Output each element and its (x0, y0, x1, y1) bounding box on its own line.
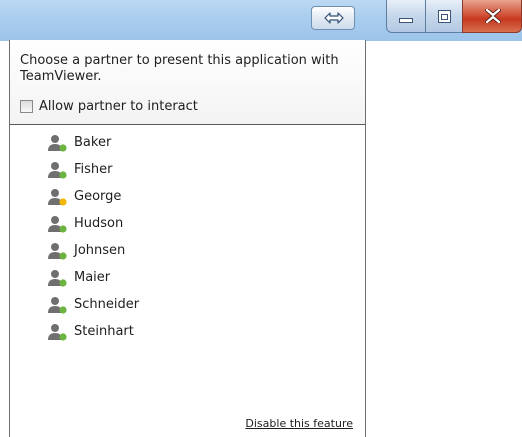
partner-item[interactable]: Hudson (10, 211, 365, 238)
partner-name: Hudson (74, 216, 124, 231)
partner-name: George (74, 189, 122, 204)
popup-header: Choose a partner to present this applica… (10, 40, 365, 125)
share-application-button[interactable] (311, 6, 355, 30)
contact-person-icon (48, 162, 67, 179)
contact-person-icon (48, 324, 67, 341)
contact-person-icon (48, 297, 67, 314)
partner-item[interactable]: Baker (10, 130, 365, 157)
contact-person-icon (48, 270, 67, 287)
contact-person-icon (48, 243, 67, 260)
close-icon (485, 9, 501, 23)
partner-item[interactable]: Steinhart (10, 319, 365, 346)
minimize-button[interactable] (386, 0, 426, 33)
maximize-button[interactable] (425, 0, 463, 33)
partner-item[interactable]: Fisher (10, 157, 365, 184)
partner-item[interactable]: Johnsen (10, 238, 365, 265)
partner-item[interactable]: Maier (10, 265, 365, 292)
partner-name: Johnsen (74, 243, 126, 258)
partner-name: Schneider (74, 297, 140, 312)
allow-interact-checkbox[interactable] (20, 100, 33, 113)
window-controls (386, 0, 522, 33)
partner-name: Steinhart (74, 324, 134, 339)
partner-name: Maier (74, 270, 111, 285)
maximize-icon (438, 10, 451, 23)
contact-person-icon (48, 135, 67, 152)
double-arrow-icon (324, 12, 344, 24)
prompt-text: Choose a partner to present this applica… (20, 53, 339, 84)
present-application-popup: Choose a partner to present this applica… (9, 40, 366, 437)
window-titlebar (0, 0, 522, 41)
partner-name: Fisher (74, 162, 113, 177)
minimize-icon (399, 18, 413, 23)
allow-interact-label[interactable]: Allow partner to interact (39, 99, 198, 115)
contact-person-icon (48, 216, 67, 233)
partner-item[interactable]: George (10, 184, 365, 211)
close-button[interactable] (462, 0, 522, 33)
partner-item[interactable]: Schneider (10, 292, 365, 319)
partner-name: Baker (74, 135, 112, 150)
disable-feature-link[interactable]: Disable this feature (245, 417, 353, 431)
contact-person-icon (48, 189, 67, 206)
partner-list: Baker Fisher George Hudson Johnsen Maier Schne… (10, 130, 365, 346)
